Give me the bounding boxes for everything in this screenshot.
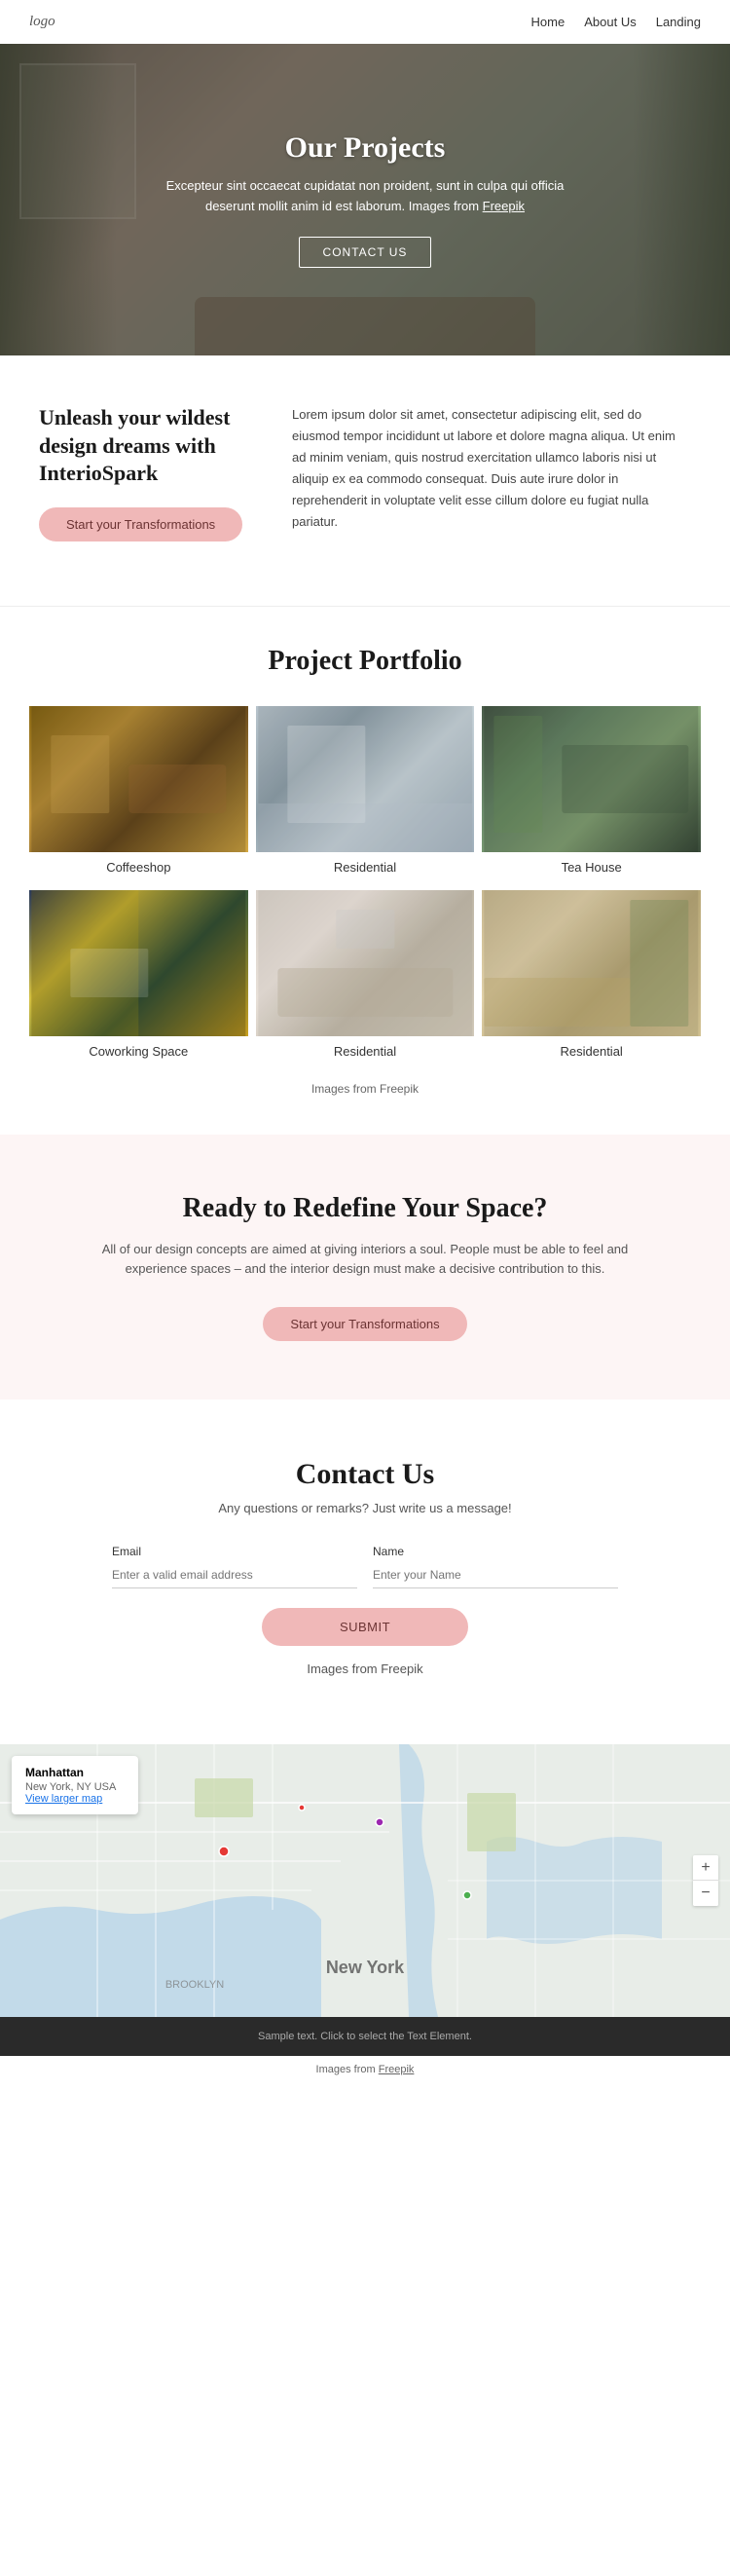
portfolio-label-teahouse: Tea House bbox=[482, 852, 701, 882]
map-location-name: Manhattan bbox=[25, 1766, 125, 1779]
intro-heading: Unleash your wildest design dreams with … bbox=[39, 404, 253, 488]
name-label: Name bbox=[373, 1545, 618, 1558]
portfolio-footer: Images from Freepik bbox=[29, 1082, 701, 1115]
portfolio-title: Project Portfolio bbox=[29, 646, 701, 677]
list-item[interactable]: Residential bbox=[256, 890, 475, 1066]
intro-body: Lorem ipsum dolor sit amet, consectetur … bbox=[292, 404, 691, 534]
footer-images-text: Images from Freepik bbox=[19, 2064, 711, 2075]
portfolio-image-teahouse bbox=[482, 706, 701, 852]
hero-subtitle: Excepteur sint occaecat cupidatat non pr… bbox=[161, 176, 569, 217]
navbar: logo Home About Us Landing bbox=[0, 0, 730, 44]
portfolio-section: Project Portfolio Coffeeshop bbox=[0, 607, 730, 1135]
footer: Sample text. Click to select the Text El… bbox=[0, 2017, 730, 2056]
nav-landing[interactable]: Landing bbox=[656, 15, 701, 29]
portfolio-label-residential2: Residential bbox=[256, 1036, 475, 1066]
portfolio-image-residential3 bbox=[482, 890, 701, 1036]
contact-footer: Images from Freepik bbox=[78, 1661, 652, 1676]
intro-cta-button[interactable]: Start your Transformations bbox=[39, 507, 242, 541]
nav-about[interactable]: About Us bbox=[584, 15, 636, 29]
portfolio-label-coffeeshop: Coffeeshop bbox=[29, 852, 248, 882]
map-zoom-out[interactable]: − bbox=[693, 1881, 718, 1906]
map-info-box: Manhattan New York, NY USA View larger m… bbox=[12, 1756, 138, 1814]
map-section: New York BROOKLYN Manhattan New York, NY… bbox=[0, 1744, 730, 2017]
map-zoom-in[interactable]: + bbox=[693, 1855, 718, 1881]
footer-freepik-link[interactable]: Freepik bbox=[379, 2064, 415, 2075]
list-item[interactable]: Residential bbox=[256, 706, 475, 882]
hero-title: Our Projects bbox=[161, 131, 569, 165]
map-larger-link[interactable]: View larger map bbox=[25, 1793, 102, 1805]
portfolio-label-residential3: Residential bbox=[482, 1036, 701, 1066]
portfolio-label-coworking: Coworking Space bbox=[29, 1036, 248, 1066]
list-item[interactable]: Coffeeshop bbox=[29, 706, 248, 882]
footer-sample-text: Sample text. Click to select the Text El… bbox=[19, 2031, 711, 2042]
map-address: New York, NY USA bbox=[25, 1781, 125, 1793]
map-background: New York BROOKLYN Manhattan New York, NY… bbox=[0, 1744, 730, 2017]
logo: logo bbox=[29, 14, 55, 30]
svg-text:New York: New York bbox=[326, 1958, 405, 1977]
cta-section: Ready to Redefine Your Space? All of our… bbox=[0, 1135, 730, 1400]
name-group: Name bbox=[373, 1545, 618, 1588]
name-field[interactable] bbox=[373, 1562, 618, 1588]
email-field[interactable] bbox=[112, 1562, 357, 1588]
submit-button[interactable]: SUBMIT bbox=[262, 1608, 468, 1646]
cta-body: All of our design concepts are aimed at … bbox=[78, 1240, 652, 1281]
email-label: Email bbox=[112, 1545, 357, 1558]
email-group: Email bbox=[112, 1545, 357, 1588]
cta-button[interactable]: Start your Transformations bbox=[263, 1307, 466, 1341]
portfolio-image-coworking bbox=[29, 890, 248, 1036]
footer-bottom: Images from Freepik bbox=[0, 2056, 730, 2083]
cta-heading: Ready to Redefine Your Space? bbox=[78, 1193, 652, 1224]
nav-home[interactable]: Home bbox=[531, 15, 566, 29]
list-item[interactable]: Residential bbox=[482, 890, 701, 1066]
form-row: Email Name bbox=[112, 1545, 618, 1588]
svg-text:BROOKLYN: BROOKLYN bbox=[165, 1979, 224, 1991]
portfolio-grid: Coffeeshop Residential Tea House bbox=[29, 706, 701, 1066]
contact-form: Email Name SUBMIT bbox=[78, 1545, 652, 1646]
portfolio-image-residential2 bbox=[256, 890, 475, 1036]
contact-heading: Contact Us bbox=[78, 1458, 652, 1491]
hero-content: Our Projects Excepteur sint occaecat cup… bbox=[141, 112, 589, 287]
portfolio-label-residential1: Residential bbox=[256, 852, 475, 882]
list-item[interactable]: Coworking Space bbox=[29, 890, 248, 1066]
portfolio-image-residential1 bbox=[256, 706, 475, 852]
map-zoom-controls: + − bbox=[693, 1855, 718, 1906]
contact-subtitle: Any questions or remarks? Just write us … bbox=[78, 1501, 652, 1515]
intro-section: Unleash your wildest design dreams with … bbox=[0, 355, 730, 606]
hero-freepik-link[interactable]: Freepik bbox=[483, 199, 525, 213]
intro-left: Unleash your wildest design dreams with … bbox=[39, 404, 253, 541]
hero-section: Our Projects Excepteur sint occaecat cup… bbox=[0, 44, 730, 355]
portfolio-image-coffeeshop bbox=[29, 706, 248, 852]
nav-links: Home About Us Landing bbox=[531, 15, 701, 29]
contact-section: Contact Us Any questions or remarks? Jus… bbox=[0, 1400, 730, 1744]
list-item[interactable]: Tea House bbox=[482, 706, 701, 882]
hero-cta-button[interactable]: CONTACT US bbox=[299, 237, 432, 268]
intro-right: Lorem ipsum dolor sit amet, consectetur … bbox=[292, 404, 691, 557]
